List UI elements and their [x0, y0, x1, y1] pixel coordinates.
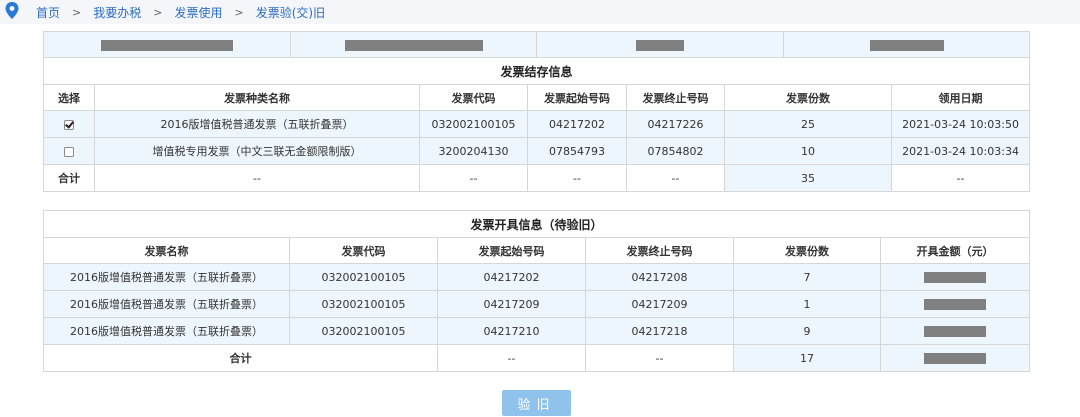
total-count: 35	[724, 164, 892, 192]
breadcrumb-home[interactable]: 首页	[36, 4, 60, 21]
breadcrumb: 首页 > 我要办税 > 发票使用 > 发票验(交)旧	[36, 4, 325, 21]
redacted-value	[636, 39, 684, 51]
select-cell	[43, 110, 95, 138]
table-row: 2016版增值税普通发票（五联折叠票） 032002100105 0421721…	[43, 317, 1031, 345]
invoice-name-cell: 2016版增值税普通发票（五联折叠票）	[43, 263, 290, 291]
breadcrumb-current[interactable]: 发票验(交)旧	[256, 4, 325, 21]
redacted-value	[924, 299, 987, 310]
total-label: 合计	[43, 164, 95, 192]
start-cell: 04217210	[437, 317, 586, 345]
location-pin-icon	[5, 2, 19, 19]
code-cell: 032002100105	[419, 110, 528, 138]
col-header-end: 发票终止号码	[585, 237, 734, 264]
row-checkbox[interactable]	[64, 119, 74, 130]
col-header-date: 领用日期	[890, 84, 1031, 111]
redacted-value	[101, 39, 233, 51]
start-cell: 04217202	[437, 263, 586, 291]
invoice-name-cell: 2016版增值税普通发票（五联折叠票）	[43, 290, 290, 318]
date-cell: 2021-03-24 10:03:50	[890, 110, 1031, 138]
end-cell: 04217208	[585, 263, 734, 291]
code-cell: 032002100105	[289, 317, 438, 345]
total-date: --	[890, 164, 1031, 192]
end-cell: 04217218	[585, 317, 734, 345]
col-header-code: 发票代码	[419, 84, 528, 111]
total-start: --	[437, 344, 586, 372]
breadcrumb-separator: >	[234, 6, 244, 19]
table-row: 2016版增值税普通发票（五联折叠票） 032002100105 0421720…	[43, 110, 1031, 138]
total-row: 合计 -- -- 17	[43, 344, 1031, 372]
breadcrumb-tax[interactable]: 我要办税	[93, 4, 141, 21]
code-cell: 032002100105	[289, 263, 438, 291]
col-header-count: 发票份数	[733, 237, 881, 264]
start-cell: 04217209	[437, 290, 586, 318]
total-row: 合计 -- -- -- -- 35 --	[43, 164, 1031, 192]
col-header-select: 选择	[43, 84, 95, 111]
breadcrumb-invoice-use[interactable]: 发票使用	[174, 4, 222, 21]
type-name-cell: 增值税专用发票（中文三联无金额限制版）	[94, 137, 420, 165]
breadcrumb-separator: >	[72, 6, 82, 19]
end-cell: 07854802	[626, 137, 725, 165]
invoice-name-cell: 2016版增值税普通发票（五联折叠票）	[43, 317, 290, 345]
issued-table-title: 发票开具信息（待验旧）	[42, 210, 1031, 238]
start-cell: 07854793	[527, 137, 627, 165]
total-name: --	[94, 164, 420, 192]
col-header-start: 发票起始号码	[527, 84, 627, 111]
masked-cell	[43, 31, 291, 58]
count-cell: 9	[733, 317, 881, 345]
end-cell: 04217209	[585, 290, 734, 318]
redacted-value	[924, 272, 987, 283]
amount-cell	[879, 317, 1031, 345]
end-cell: 04217226	[626, 110, 725, 138]
invoice-stock-table: 发票结存信息 选择 发票种类名称 发票代码 发票起始号码 发票终止号码 发票份数…	[42, 57, 1031, 192]
select-cell	[43, 137, 95, 165]
total-amount	[879, 344, 1031, 372]
col-header-count: 发票份数	[724, 84, 892, 111]
total-start: --	[527, 164, 627, 192]
masked-cell	[290, 31, 537, 58]
amount-cell	[879, 263, 1031, 291]
invoice-issued-table: 发票开具信息（待验旧） 发票名称 发票代码 发票起始号码 发票终止号码 发票份数…	[42, 210, 1031, 372]
masked-cell	[536, 31, 784, 58]
type-name-cell: 2016版增值税普通发票（五联折叠票）	[94, 110, 420, 138]
col-header-type-name: 发票种类名称	[94, 84, 420, 111]
count-cell: 25	[724, 110, 892, 138]
redacted-value	[924, 326, 987, 337]
redacted-value	[869, 39, 944, 51]
col-header-start: 发票起始号码	[437, 237, 586, 264]
breadcrumb-bar: 首页 > 我要办税 > 发票使用 > 发票验(交)旧	[0, 0, 1080, 24]
count-cell: 7	[733, 263, 881, 291]
col-header-amount: 开具金额（元）	[879, 237, 1031, 264]
col-header-code: 发票代码	[289, 237, 438, 264]
masked-info-table	[43, 31, 1030, 58]
col-header-invoice-name: 发票名称	[43, 237, 290, 264]
total-count: 17	[733, 344, 881, 372]
date-cell: 2021-03-24 10:03:34	[890, 137, 1031, 165]
code-cell: 032002100105	[289, 290, 438, 318]
start-cell: 04217202	[527, 110, 627, 138]
amount-cell	[879, 290, 1031, 318]
table-row: 2016版增值税普通发票（五联折叠票） 032002100105 0421720…	[43, 263, 1031, 291]
redacted-value	[344, 39, 483, 51]
col-header-end: 发票终止号码	[626, 84, 725, 111]
masked-cell	[783, 31, 1030, 58]
breadcrumb-separator: >	[153, 6, 163, 19]
table-row: 2016版增值税普通发票（五联折叠票） 032002100105 0421720…	[43, 290, 1031, 318]
redacted-value	[924, 353, 987, 364]
total-code: --	[419, 164, 528, 192]
total-end: --	[626, 164, 725, 192]
total-label: 合计	[43, 344, 438, 372]
verify-old-button[interactable]: 验旧	[502, 390, 571, 416]
count-cell: 1	[733, 290, 881, 318]
table-row: 增值税专用发票（中文三联无金额限制版） 3200204130 07854793 …	[43, 137, 1031, 165]
count-cell: 10	[724, 137, 892, 165]
code-cell: 3200204130	[419, 137, 528, 165]
row-checkbox[interactable]	[64, 146, 74, 157]
total-end: --	[585, 344, 734, 372]
stock-table-title: 发票结存信息	[42, 57, 1031, 85]
